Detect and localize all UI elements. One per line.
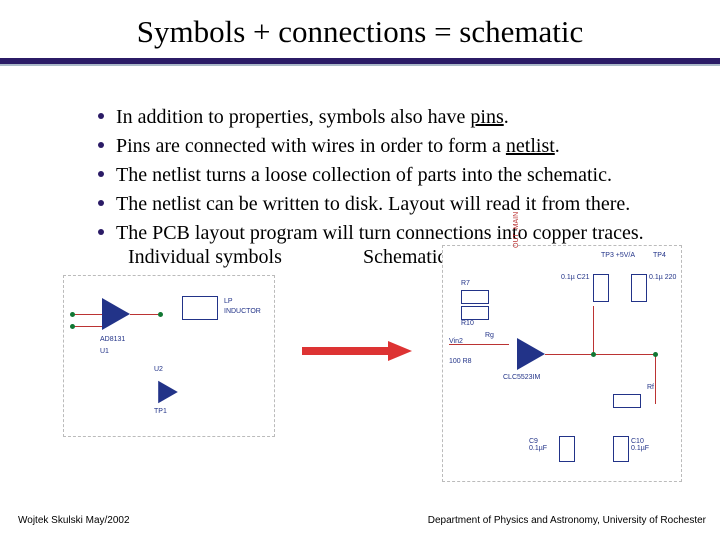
pin-dot (70, 312, 75, 317)
capacitor-icon (613, 436, 629, 462)
part-label: Rf (647, 384, 654, 391)
bullet-item: In addition to properties, symbols also … (98, 104, 718, 131)
opamp-icon (158, 381, 178, 403)
resistor-icon (461, 306, 489, 320)
title-rule-light (0, 64, 720, 66)
part-label: C9 0.1µF (529, 438, 547, 452)
bullet-underline: netlist (506, 135, 555, 157)
junction-dot (653, 352, 658, 357)
wire (72, 314, 102, 315)
bullet-item: The PCB layout program will turn connect… (98, 220, 718, 247)
part-label: TP3 +5V/A (601, 252, 635, 259)
bullet-item: The netlist turns a loose collection of … (98, 162, 718, 189)
junction-dot (591, 352, 596, 357)
part-label: 0.1µ C21 (561, 274, 590, 281)
bullet-text: The netlist turns a loose collection of … (116, 164, 612, 186)
part-label: 100 R8 (449, 358, 472, 365)
wire (72, 326, 102, 327)
bullet-list: In addition to properties, symbols also … (58, 104, 718, 249)
part-label: R7 (461, 280, 470, 287)
footer-author: Wojtek Skulski May/2002 (18, 515, 130, 526)
part-label: LP (224, 298, 233, 305)
opamp-icon (102, 298, 130, 330)
part-label: C10 0.1µF (631, 438, 649, 452)
figure-individual-symbols: AD8131 U1 LP INDUCTOR U2 TP1 (63, 275, 275, 437)
resistor-icon (461, 290, 489, 304)
capacitor-icon (631, 274, 647, 302)
slide-root: Symbols + connections = schematic In add… (0, 0, 720, 540)
bullet-underline: pins (470, 106, 503, 128)
part-label: R10 (461, 320, 474, 327)
wire (655, 354, 656, 404)
refdes: U1 (100, 348, 109, 355)
footer-affiliation: Department of Physics and Astronomy, Uni… (428, 515, 706, 526)
bullet-text: The netlist can be written to disk. Layo… (116, 193, 630, 215)
bullet-item: Pins are connected with wires in order t… (98, 133, 718, 160)
pin-dot (70, 324, 75, 329)
net-label: OUT_MAIN (513, 212, 520, 248)
arrow-icon (302, 344, 412, 358)
part-label: CLC5523IM (503, 374, 540, 381)
capacitor-icon (559, 436, 575, 462)
part-label: TP4 (653, 252, 666, 259)
figure-schematic: OUT_MAIN TP3 +5V/A TP4 0.1µ C21 0.1µ 220… (442, 245, 682, 482)
wire (130, 314, 158, 315)
resistor-icon (613, 394, 641, 408)
wire (449, 344, 509, 345)
bullet-item: The netlist can be written to disk. Layo… (98, 191, 718, 218)
part-label: 0.1µ 220 (649, 274, 676, 281)
part-label: Rg (485, 332, 494, 339)
bullet-text: . (555, 135, 560, 157)
wire (593, 306, 594, 354)
refdes: TP1 (154, 408, 167, 415)
pin-dot (158, 312, 163, 317)
page-title: Symbols + connections = schematic (0, 14, 720, 50)
wire (545, 354, 655, 355)
part-label: INDUCTOR (224, 308, 261, 315)
opamp-icon (517, 338, 545, 370)
arrow-shaft (302, 347, 390, 355)
component-box (182, 296, 218, 320)
label-individual-symbols: Individual symbols (128, 246, 282, 269)
arrow-head (388, 341, 412, 361)
label-schematic: Schematic (363, 246, 446, 269)
capacitor-icon (593, 274, 609, 302)
bullet-text: . (504, 106, 509, 128)
bullet-text: The PCB layout program will turn connect… (116, 222, 644, 244)
refdes: U2 (154, 366, 163, 373)
part-label: AD8131 (100, 336, 125, 343)
bullet-text: In addition to properties, symbols also … (116, 106, 470, 128)
bullet-text: Pins are connected with wires in order t… (116, 135, 506, 157)
